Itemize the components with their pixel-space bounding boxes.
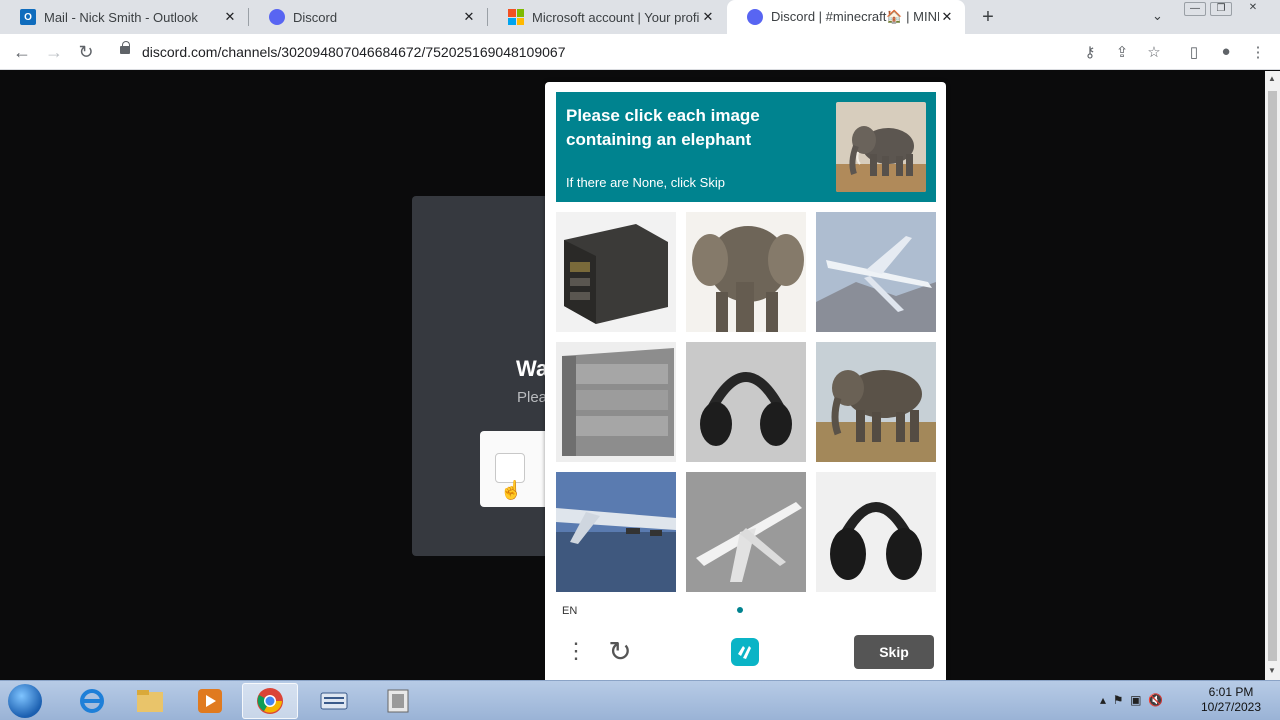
address-bar[interactable]: discord.com/channels/302094807046684672/… — [108, 37, 1278, 67]
window-close-icon[interactable]: ✕ — [1242, 2, 1264, 16]
close-icon[interactable]: ✕ — [939, 9, 955, 25]
challenge-tile-server-rack[interactable] — [556, 212, 676, 332]
challenge-tile-elephant[interactable] — [816, 342, 936, 462]
app-window-icon[interactable] — [370, 683, 426, 719]
skip-button[interactable]: Skip — [854, 635, 934, 669]
tab-title: Discord | #minecraft🏠 | MINECR... — [771, 9, 939, 24]
refresh-challenge-icon[interactable]: ↻ — [605, 635, 635, 668]
hcaptcha-challenge: Please click each image containing an el… — [545, 82, 946, 680]
bookmark-star-icon[interactable]: ☆ — [1144, 43, 1164, 61]
clock-date: 10/27/2023 — [1200, 700, 1262, 714]
share-icon[interactable]: ⇪ — [1112, 43, 1132, 61]
windows-taskbar: ▴ ⚑ ▣ 🔇 6:01 PM 10/27/2023 — [0, 680, 1280, 720]
example-elephant-image — [836, 102, 926, 192]
tab-title: Mail - Nick Smith - Outlook — [44, 9, 198, 25]
discord-icon — [269, 9, 285, 25]
outlook-icon: O — [20, 9, 36, 25]
new-tab-button[interactable]: + — [978, 6, 998, 29]
tab-title: Microsoft account | Your profile — [532, 9, 700, 25]
challenge-tile-airplane[interactable] — [556, 472, 676, 592]
prompt-hint: If there are None, click Skip — [566, 175, 725, 190]
discord-icon — [747, 9, 763, 25]
challenge-tile-metal-cabinet[interactable] — [556, 342, 676, 462]
modal-subtext: Plea — [517, 389, 548, 406]
restore-icon[interactable]: ❐ — [1210, 2, 1232, 16]
modal-heading: Wa — [516, 356, 549, 381]
hand-cursor-icon: ☝ — [500, 480, 523, 500]
browser-toolbar: ← → ↻ discord.com/channels/3020948070466… — [0, 34, 1280, 70]
hcaptcha-checkbox[interactable] — [495, 453, 525, 483]
page-indicator-dot — [737, 607, 743, 613]
challenge-tile-airplane[interactable] — [816, 212, 936, 332]
clock-time: 6:01 PM — [1208, 685, 1254, 699]
back-arrow-icon[interactable]: ← — [10, 40, 34, 64]
close-icon[interactable]: ✕ — [700, 9, 716, 25]
language-selector[interactable]: EN — [562, 605, 577, 617]
challenge-tile-headphones[interactable] — [686, 342, 806, 462]
media-player-icon[interactable] — [182, 683, 238, 719]
tab-discord[interactable]: Discord ✕ — [249, 0, 487, 34]
internet-explorer-icon[interactable] — [64, 683, 120, 719]
tab-microsoft-account[interactable]: Microsoft account | Your profile ✕ — [488, 0, 726, 34]
challenge-tile-airplane[interactable] — [686, 472, 806, 592]
start-button[interactable] — [8, 684, 42, 718]
more-menu-icon[interactable]: ⋮ — [1248, 43, 1268, 61]
url-text: discord.com/channels/302094807046684672/… — [142, 44, 566, 60]
reload-icon[interactable]: ↻ — [74, 40, 98, 64]
forward-arrow-icon[interactable]: → — [42, 40, 66, 64]
challenge-prompt: Please click each image containing an el… — [556, 92, 936, 202]
challenge-tile-headphones[interactable] — [816, 472, 936, 592]
prompt-text: Please click each image containing an el… — [566, 106, 760, 149]
taskbar-clock[interactable]: 6:01 PM 10/27/2023 — [1196, 685, 1266, 715]
chrome-icon[interactable] — [242, 683, 298, 719]
scroll-up-icon[interactable]: ▲ — [1268, 74, 1276, 83]
minimize-icon[interactable]: — — [1184, 2, 1206, 16]
close-icon[interactable]: ✕ — [461, 9, 477, 25]
challenge-image-grid — [556, 212, 936, 592]
hcaptcha-logo-icon — [729, 636, 761, 668]
key-icon[interactable]: ⚷ — [1080, 43, 1100, 61]
system-tray-icons[interactable]: ▴ ⚑ ▣ 🔇 — [1100, 693, 1163, 707]
scroll-down-icon[interactable]: ▼ — [1268, 666, 1276, 675]
file-explorer-icon[interactable] — [122, 683, 178, 719]
microsoft-icon — [508, 9, 524, 25]
lock-icon — [120, 41, 130, 54]
tab-title: Discord — [293, 9, 338, 25]
page-scrollbar[interactable]: ▲ ▼ — [1265, 71, 1280, 680]
challenge-tile-elephant[interactable] — [686, 212, 806, 332]
browser-tab-strip: O Mail - Nick Smith - Outlook ✕ Discord … — [0, 0, 1280, 34]
tab-outlook[interactable]: O Mail - Nick Smith - Outlook ✕ — [0, 0, 248, 34]
tab-discord-minecraft[interactable]: Discord | #minecraft🏠 | MINECR... ✕ — [727, 0, 965, 34]
scroll-thumb[interactable] — [1268, 91, 1277, 661]
tab-search-chevron-icon[interactable]: ⌄ — [1152, 8, 1163, 24]
on-screen-keyboard-icon[interactable] — [306, 683, 362, 719]
profile-avatar-icon[interactable]: ● — [1216, 43, 1236, 60]
close-icon[interactable]: ✕ — [222, 9, 238, 25]
side-panel-icon[interactable]: ▯ — [1184, 43, 1204, 61]
menu-dots-icon[interactable]: ⋮ — [565, 638, 587, 664]
